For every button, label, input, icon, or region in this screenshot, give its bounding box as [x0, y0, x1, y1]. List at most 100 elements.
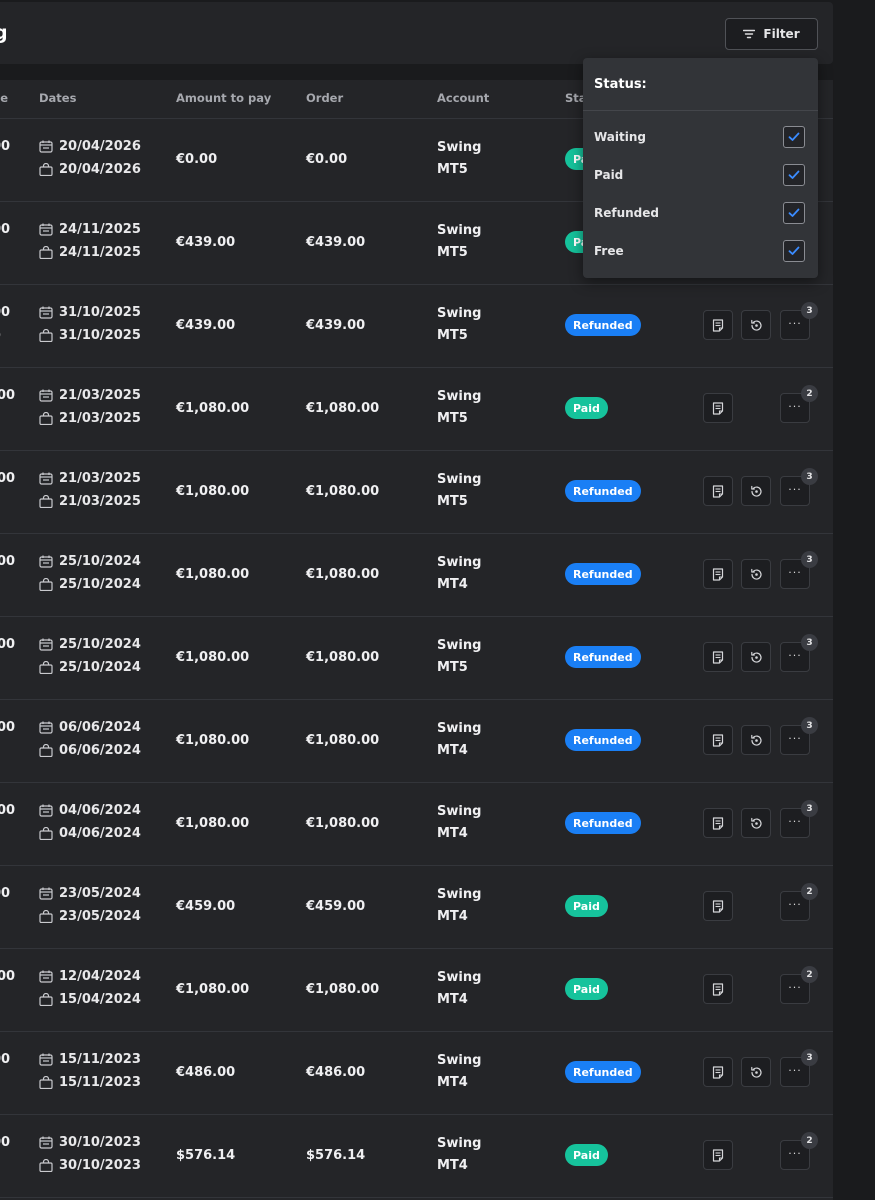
order-amount: €1,080.00 [306, 567, 380, 582]
paid-date: 25/10/2024 [39, 577, 141, 592]
refund-button[interactable] [741, 476, 771, 506]
account-platform: MT5 [437, 245, 468, 260]
invoice-button[interactable] [703, 725, 733, 755]
checkmark-icon [788, 170, 800, 179]
invoice-button[interactable] [703, 393, 733, 423]
bag-icon [39, 661, 53, 674]
table-row[interactable]: .00 21/03/2025 21/03/2025 €1,080.00 €1,0… [0, 451, 833, 534]
amount-to-pay: €486.00 [176, 1065, 236, 1080]
paid-date-text: 25/10/2024 [59, 577, 141, 592]
order-amount: €486.00 [306, 1065, 366, 1080]
page-title: g [0, 22, 8, 44]
paid-date-text: 04/06/2024 [59, 826, 141, 841]
filter-button[interactable]: Filter [725, 18, 818, 50]
filter-option-checkbox[interactable] [783, 164, 805, 186]
stage-sub-value: 9 [0, 329, 1, 344]
filter-option-checkbox[interactable] [783, 240, 805, 262]
actions-count-badge: 2 [801, 966, 818, 983]
filter-option-free[interactable]: Free [583, 240, 818, 264]
filter-option-paid[interactable]: Paid [583, 164, 818, 188]
invoice-button[interactable] [703, 559, 733, 589]
invoice-icon [712, 1148, 724, 1162]
actions-count-badge: 2 [801, 385, 818, 402]
paid-date: 21/03/2025 [39, 494, 141, 509]
refund-button[interactable] [741, 808, 771, 838]
created-date-text: 04/06/2024 [59, 803, 141, 818]
amount-to-pay: €1,080.00 [176, 982, 250, 997]
calendar-icon [39, 638, 53, 651]
invoice-button[interactable] [703, 891, 733, 921]
filter-option-refunded[interactable]: Refunded [583, 202, 818, 226]
invoice-button[interactable] [703, 1057, 733, 1087]
paid-date-text: 31/10/2025 [59, 328, 141, 343]
account-platform: MT5 [437, 411, 468, 426]
refund-button[interactable] [741, 310, 771, 340]
refund-icon [750, 485, 762, 497]
status-badge: Refunded [565, 812, 641, 834]
table-row[interactable]: .00 25/10/2024 25/10/2024 €1,080.00 €1,0… [0, 617, 833, 700]
table-row[interactable]: .00 06/06/2024 06/06/2024 €1,080.00 €1,0… [0, 700, 833, 783]
invoice-icon [712, 982, 724, 996]
invoice-button[interactable] [703, 310, 733, 340]
invoice-button[interactable] [703, 974, 733, 1004]
invoice-button[interactable] [703, 476, 733, 506]
invoice-button[interactable] [703, 808, 733, 838]
stage-value: .00 [0, 554, 16, 569]
filter-option-checkbox[interactable] [783, 126, 805, 148]
table-row[interactable]: 00 9 31/10/2025 31/10/2025 €439.00 €439.… [0, 285, 833, 368]
order-amount: $576.14 [306, 1148, 366, 1163]
paid-date: 06/06/2024 [39, 743, 141, 758]
filter-option-checkbox[interactable] [783, 202, 805, 224]
account-platform: MT4 [437, 992, 468, 1007]
actions-count-badge: 3 [801, 302, 818, 319]
more-dots-icon: ··· [788, 316, 802, 330]
account-type: Swing [437, 887, 482, 902]
bag-icon [39, 1159, 53, 1172]
dropdown-title: Status: [594, 77, 647, 92]
refund-button[interactable] [741, 559, 771, 589]
column-header-account[interactable]: Account [437, 91, 489, 105]
created-date-text: 25/10/2024 [59, 637, 141, 652]
column-header-amount[interactable]: Amount to pay [176, 91, 271, 105]
created-date: 12/04/2024 [39, 969, 141, 984]
actions-count-badge: 3 [801, 717, 818, 734]
table-row[interactable]: .00 25/10/2024 25/10/2024 €1,080.00 €1,0… [0, 534, 833, 617]
actions-count-badge: 3 [801, 634, 818, 651]
paid-date: 24/11/2025 [39, 245, 141, 260]
invoice-button[interactable] [703, 642, 733, 672]
refund-icon [750, 568, 762, 580]
table-row[interactable]: .00 04/06/2024 04/06/2024 €1,080.00 €1,0… [0, 783, 833, 866]
filter-option-waiting[interactable]: Waiting [583, 126, 818, 150]
stage-value: 00 [0, 1135, 11, 1150]
account-platform: MT4 [437, 826, 468, 841]
created-date: 06/06/2024 [39, 720, 141, 735]
paid-date-text: 23/05/2024 [59, 909, 141, 924]
invoice-icon [712, 567, 724, 581]
calendar-icon [39, 1136, 53, 1149]
paid-date-text: 21/03/2025 [59, 411, 141, 426]
status-badge: Paid [565, 397, 608, 419]
stage-value: 00 [0, 222, 11, 237]
invoice-button[interactable] [703, 1140, 733, 1170]
account-type: Swing [437, 1053, 482, 1068]
table-row[interactable]: 00 30/10/2023 30/10/2023 $576.14 $576.14… [0, 1115, 833, 1198]
table-row[interactable]: .00 21/03/2025 21/03/2025 €1,080.00 €1,0… [0, 368, 833, 451]
invoice-icon [712, 484, 724, 498]
filter-option-label: Refunded [594, 206, 660, 220]
amount-to-pay: €439.00 [176, 318, 236, 333]
table-row[interactable]: .00 12/04/2024 15/04/2024 €1,080.00 €1,0… [0, 949, 833, 1032]
amount-to-pay: €1,080.00 [176, 816, 250, 831]
column-header-dates[interactable]: Dates [39, 91, 76, 105]
table-row[interactable]: 00 15/11/2023 15/11/2023 €486.00 €486.00… [0, 1032, 833, 1115]
refund-button[interactable] [741, 725, 771, 755]
paid-date-text: 30/10/2023 [59, 1158, 141, 1173]
column-header-stage[interactable]: ge [0, 91, 8, 105]
refund-button[interactable] [741, 1057, 771, 1087]
order-amount: €1,080.00 [306, 816, 380, 831]
amount-to-pay: €1,080.00 [176, 650, 250, 665]
refund-button[interactable] [741, 642, 771, 672]
calendar-icon [39, 555, 53, 568]
table-row[interactable]: 00 2 23/05/2024 23/05/2024 €459.00 €459.… [0, 866, 833, 949]
calendar-icon [39, 1053, 53, 1066]
column-header-order[interactable]: Order [306, 91, 343, 105]
